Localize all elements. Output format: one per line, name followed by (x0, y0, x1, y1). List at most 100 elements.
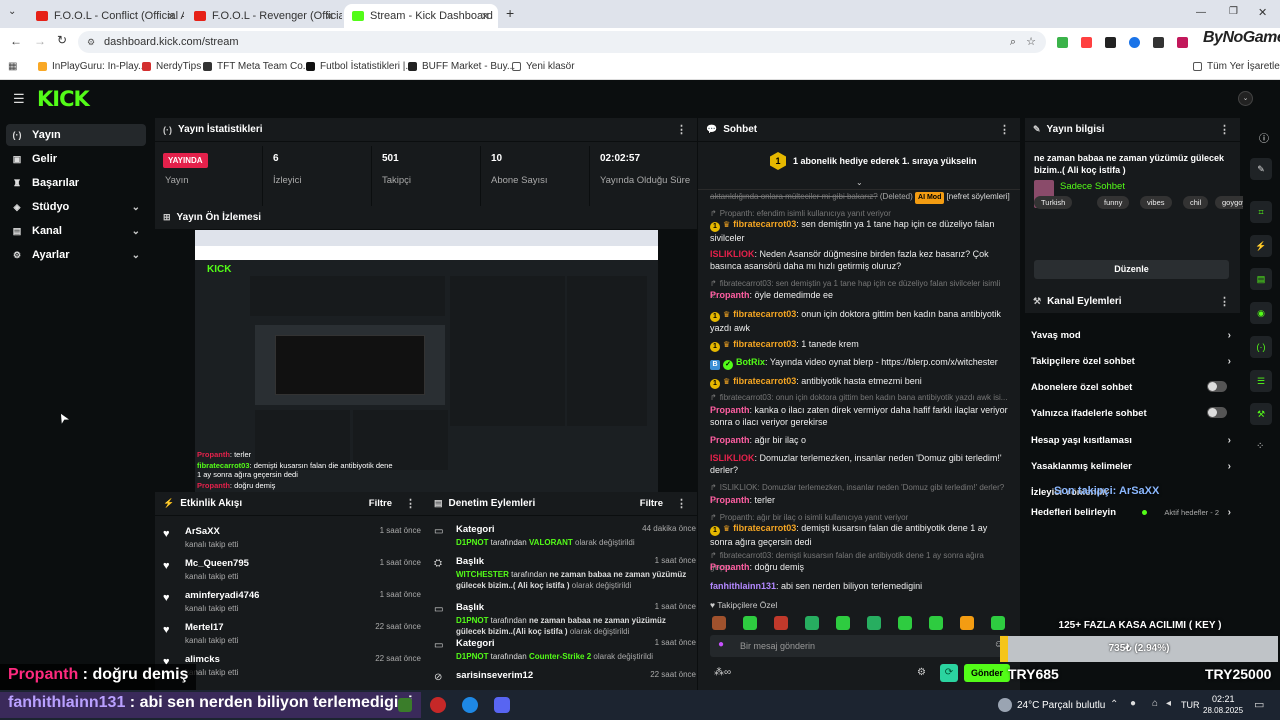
emote-icon[interactable] (712, 616, 726, 630)
chat-username[interactable]: fibratecarrot03 (733, 523, 796, 533)
app-icon[interactable] (398, 698, 412, 712)
more-options-icon[interactable]: ⋮ (1219, 123, 1230, 136)
chat-username[interactable]: Propanth (710, 290, 750, 300)
channel-action-item[interactable]: Yavaş mod › (1031, 325, 1231, 345)
all-bookmarks[interactable]: Tüm Yer İşaretleri (1193, 61, 1280, 72)
emote-icon[interactable] (774, 616, 788, 630)
tab-kick-dashboard[interactable]: Stream - Kick Dashboard ✕ (344, 4, 498, 28)
stream-tag[interactable]: vibes (1140, 196, 1172, 209)
capture-rail-icon[interactable]: ⌗ (1250, 201, 1272, 223)
close-icon[interactable]: ✕ (481, 10, 490, 23)
forward-icon[interactable]: → (34, 34, 46, 48)
sidebar-item-0[interactable]: (·) Yayın (6, 124, 146, 146)
emote-icon[interactable] (805, 616, 819, 630)
more-options-icon[interactable]: ⋮ (676, 123, 687, 136)
bookmark-item[interactable]: BUFF Market - Buy... (408, 61, 515, 72)
language-indicator[interactable]: TUR (1181, 700, 1200, 710)
share-icon[interactable]: ⁘ (1256, 441, 1264, 452)
channel-action-item[interactable]: Yasaklanmış kelimeler › (1031, 456, 1231, 476)
avatar[interactable]: ⌄ (1238, 91, 1253, 106)
reload-icon[interactable]: ↻ (57, 33, 67, 47)
chat-username[interactable]: fibratecarrot03 (733, 376, 796, 386)
chat-rail-icon[interactable]: ◉ (1250, 302, 1272, 324)
extension-icon[interactable] (1105, 37, 1116, 48)
wrench-rail-icon[interactable]: ⚒ (1250, 403, 1272, 425)
chat-extras-icon[interactable]: ⁂∞ (714, 667, 731, 678)
app-icon[interactable] (462, 697, 478, 713)
emote-icon[interactable] (867, 616, 881, 630)
clock-time[interactable]: 02:21 (1212, 694, 1235, 704)
menu-icon[interactable]: ☰ (13, 91, 25, 107)
emote-icon[interactable] (898, 616, 912, 630)
channel-action-item[interactable]: Hedefleri belirleyin › Aktif hedefler - 2 (1031, 502, 1231, 522)
chat-username[interactable]: Propanth (710, 562, 750, 572)
bookmark-item[interactable]: Futbol İstatistikleri |... (306, 61, 414, 72)
chat-username[interactable]: fanhithlainn131 (710, 581, 776, 591)
filter-button[interactable]: Filtre (369, 498, 392, 509)
apps-grid-icon[interactable]: ▦ (8, 61, 17, 72)
chat-username[interactable]: fibratecarrot03 (733, 219, 796, 229)
bot-icon[interactable]: ⟳ (940, 664, 958, 682)
list-rail-icon[interactable]: ☰ (1250, 370, 1272, 392)
extension-icon[interactable] (1153, 37, 1164, 48)
chat-username[interactable]: Propanth (710, 435, 750, 445)
chat-username[interactable]: Propanth (710, 405, 750, 415)
chevron-down-icon[interactable]: ⌄ (132, 250, 140, 261)
more-options-icon[interactable]: ⋮ (676, 497, 687, 510)
tab-list-icon[interactable]: ⌄ (8, 6, 22, 20)
clock-date[interactable]: 28.08.2025 (1203, 706, 1243, 715)
tab-revenger[interactable]: F.O.O.L - Revenger (Official Audi ✕ (186, 4, 342, 28)
microphone-tray-icon[interactable]: ● (1130, 698, 1136, 709)
minimize-icon[interactable]: — (1196, 7, 1206, 18)
notifications-icon[interactable]: ▭ (1254, 698, 1264, 711)
chat-settings-icon[interactable]: ⚙ (917, 667, 926, 678)
new-tab-button[interactable]: + (506, 5, 514, 21)
emote-icon[interactable] (960, 616, 974, 630)
zoom-icon[interactable]: ⌕ (1010, 31, 1016, 53)
sidebar-item-1[interactable]: ▣ Gelir (6, 148, 146, 170)
app-icon[interactable] (430, 697, 446, 713)
emote-icon[interactable] (836, 616, 850, 630)
url-field[interactable]: ⚙ dashboard.kick.com/stream ⌕ ☆ (78, 31, 1046, 53)
more-options-icon[interactable]: ⋮ (1219, 295, 1230, 308)
tab-conflict[interactable]: F.O.O.L - Conflict (Official Audi ✕ (28, 4, 184, 28)
pinned-gift-banner[interactable]: 1 1 abonelik hediye ederek 1. sıraya yük… (698, 142, 1020, 190)
filter-button[interactable]: Filtre (640, 498, 663, 509)
channel-action-item[interactable]: Takipçilere özel sohbet › (1031, 351, 1231, 371)
chat-username[interactable]: fibratecarrot03 (733, 339, 796, 349)
chat-username[interactable]: ISLIKLIOK (710, 453, 755, 463)
bookmark-item[interactable]: TFT Meta Team Co... (203, 61, 311, 72)
stream-tag[interactable]: Turkish (1034, 196, 1073, 209)
edit-button[interactable]: Düzenle (1034, 260, 1229, 279)
bookmark-item[interactable]: InPlayGuru: In-Play... (38, 61, 146, 72)
microphone-icon[interactable]: ● (718, 639, 724, 650)
notes-rail-icon[interactable]: ▤ (1250, 268, 1272, 290)
sidebar-item-5[interactable]: ⚙ Ayarlar ⌄ (6, 244, 146, 266)
toggle-switch[interactable] (1207, 381, 1227, 392)
emote-icon[interactable] (743, 616, 757, 630)
kick-logo[interactable]: KICK (37, 87, 90, 111)
stream-preview-video[interactable]: KICK Propanth: terler fibratecarrot03: d… (195, 230, 658, 492)
collapse-icon[interactable]: ⌄ (856, 178, 863, 187)
volume-icon[interactable]: ◂ (1166, 698, 1171, 709)
close-icon[interactable]: ✕ (167, 10, 176, 23)
stream-tag[interactable]: chil (1183, 196, 1209, 209)
close-window-icon[interactable]: ✕ (1258, 6, 1267, 19)
chevron-down-icon[interactable]: ⌄ (132, 226, 140, 237)
back-icon[interactable]: ← (10, 34, 22, 48)
more-options-icon[interactable]: ⋮ (405, 497, 416, 510)
extension-icon[interactable] (1177, 37, 1188, 48)
sidebar-item-3[interactable]: ◈ Stüdyo ⌄ (6, 196, 146, 218)
chat-input[interactable]: ● Bir mesaj gönderin ☺ (710, 635, 1010, 657)
restore-icon[interactable]: ❐ (1229, 6, 1238, 17)
chat-username[interactable]: Propanth (710, 495, 750, 505)
sidebar-item-4[interactable]: ▤ Kanal ⌄ (6, 220, 146, 242)
lightning-rail-icon[interactable]: ⚡ (1250, 235, 1272, 257)
bookmark-star-icon[interactable]: ☆ (1026, 31, 1036, 53)
extension-icon[interactable] (1081, 37, 1092, 48)
chat-username[interactable]: ISLIKLIOK (710, 249, 755, 259)
info-icon[interactable]: ⓘ (1259, 130, 1269, 145)
broadcast-rail-icon[interactable]: (·) (1250, 336, 1272, 358)
stream-tag[interactable]: funny (1097, 196, 1130, 209)
more-options-icon[interactable]: ⋮ (999, 123, 1010, 136)
